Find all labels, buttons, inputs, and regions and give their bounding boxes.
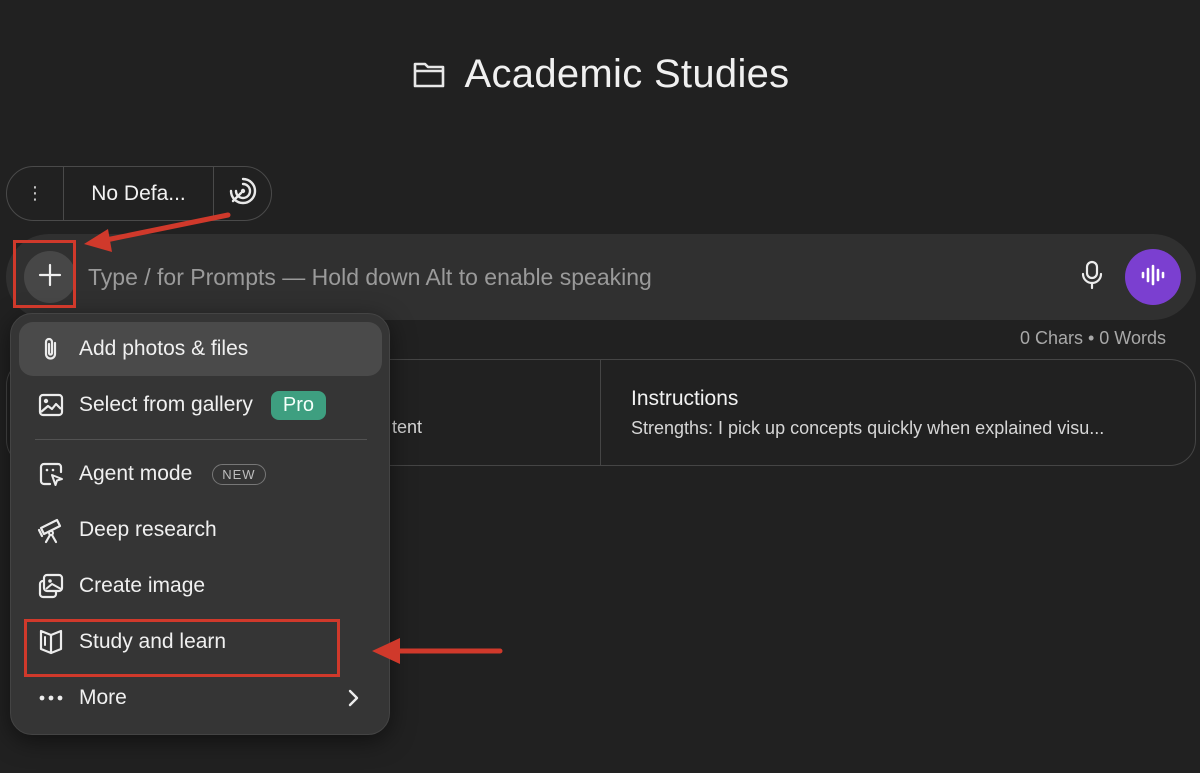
page-title-text: Academic Studies — [464, 51, 790, 96]
create-image-icon — [37, 572, 65, 600]
folder-icon — [411, 56, 447, 92]
menu-item-agent-mode[interactable]: Agent mode NEW — [19, 447, 382, 501]
page-title: Academic Studies — [0, 46, 1200, 102]
menu-item-label: Add photos & files — [79, 337, 249, 360]
menu-item-label: More — [79, 686, 127, 709]
study-and-learn-highlight — [24, 619, 340, 677]
agent-cursor-icon — [37, 460, 65, 488]
prompt-composer — [6, 234, 1196, 320]
instructions-card[interactable]: Instructions Strengths: I pick up concep… — [601, 360, 1195, 465]
mode-button[interactable] — [214, 167, 271, 220]
chevron-right-icon — [342, 687, 364, 709]
menu-item-more[interactable]: More — [19, 671, 382, 725]
menu-item-label: Agent mode — [79, 462, 193, 485]
voice-mode-button[interactable] — [1125, 249, 1181, 305]
character-word-counter: 0 Chars • 0 Words — [1019, 328, 1166, 348]
new-badge: NEW — [212, 463, 266, 485]
menu-item-create-image[interactable]: Create image — [19, 559, 382, 613]
menu-item-select-from-gallery[interactable]: Select from gallery Pro — [19, 378, 382, 432]
paperclip-icon — [37, 335, 65, 363]
prompt-input[interactable] — [88, 254, 1028, 300]
plus-button-highlight — [13, 240, 76, 308]
instructions-title: Instructions — [631, 387, 739, 410]
telescope-icon — [37, 516, 65, 544]
image-icon — [37, 391, 65, 419]
menu-item-deep-research[interactable]: Deep research — [19, 503, 382, 557]
menu-item-label: Select from gallery — [79, 393, 253, 416]
menu-divider — [35, 439, 367, 440]
microphone-icon — [1081, 260, 1103, 295]
pro-badge: Pro — [270, 390, 327, 420]
waveform-icon — [1140, 263, 1166, 292]
menu-item-label: Create image — [79, 574, 206, 597]
more-dots-icon — [37, 684, 65, 712]
files-card-snippet: tent — [392, 417, 423, 437]
project-toolbar: ⋮ No Defa... — [6, 166, 272, 221]
model-selector[interactable]: No Defa... — [64, 167, 214, 220]
options-menu-button[interactable]: ⋮ — [7, 167, 64, 220]
microphone-button[interactable] — [1074, 259, 1110, 295]
menu-item-label: Deep research — [79, 518, 217, 541]
menu-item-add-photos-files[interactable]: Add photos & files — [19, 322, 382, 376]
instructions-description: Strengths: I pick up concepts quickly wh… — [631, 418, 1105, 438]
target-spiral-icon — [228, 176, 258, 211]
